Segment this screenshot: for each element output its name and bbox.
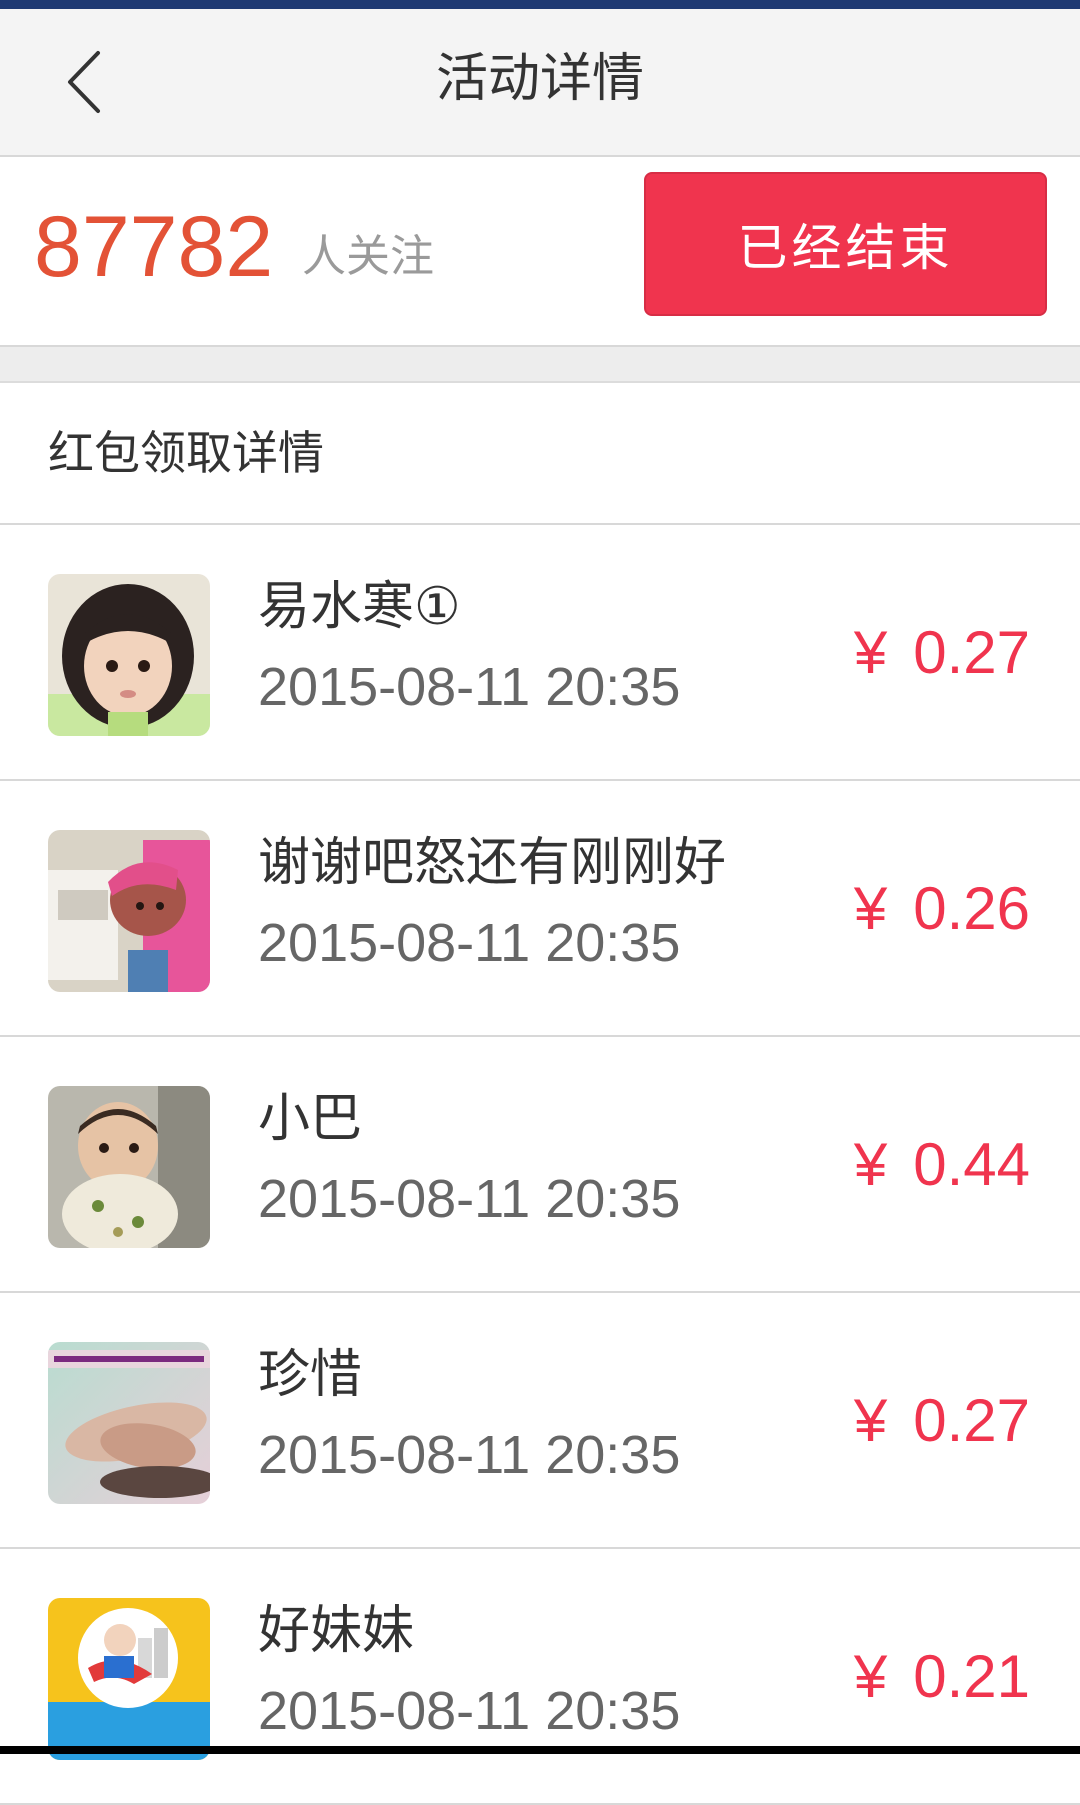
list-item[interactable]: 小巴 2015-08-11 20:35 ¥0.44 — [0, 1037, 1080, 1293]
amount-value: 0.26 — [913, 875, 1030, 942]
amount-value: 0.27 — [913, 619, 1030, 686]
claim-amount: ¥0.21 — [854, 1641, 1030, 1713]
page-title: 活动详情 — [435, 49, 644, 109]
stats-panel: 87782 人关注 已经结束 — [0, 157, 1080, 347]
amount-value: 0.27 — [913, 1387, 1030, 1454]
user-name: 谢谢吧怒还有刚刚好 — [258, 833, 727, 893]
avatar — [48, 830, 210, 992]
user-name: 小巴 — [258, 1089, 363, 1149]
claim-time: 2015-08-11 20:35 — [258, 913, 681, 973]
avatar — [48, 1342, 210, 1504]
activity-ended-button[interactable]: 已经结束 — [644, 172, 1047, 316]
list-item[interactable]: 好妹妹 2015-08-11 20:35 ¥0.21 — [0, 1549, 1080, 1805]
list-item[interactable]: 谢谢吧怒还有刚刚好 2015-08-11 20:35 ¥0.26 — [0, 781, 1080, 1037]
currency-symbol: ¥ — [853, 1387, 888, 1454]
redpacket-record-list: 易水寒① 2015-08-11 20:35 ¥0.27 谢谢吧怒还有刚刚好 20… — [0, 525, 1080, 1805]
list-item[interactable]: 珍惜 2015-08-11 20:35 ¥0.27 — [0, 1293, 1080, 1549]
currency-symbol: ¥ — [853, 875, 888, 942]
claim-time: 2015-08-11 20:35 — [258, 1169, 681, 1229]
claim-amount: ¥0.26 — [854, 873, 1030, 945]
claim-amount: ¥0.27 — [854, 617, 1030, 689]
claim-time: 2015-08-11 20:35 — [258, 1681, 681, 1741]
avatar — [48, 574, 210, 736]
claim-amount: ¥0.27 — [854, 1385, 1030, 1457]
followers-count: 87782 — [34, 199, 274, 295]
amount-value: 0.44 — [913, 1131, 1030, 1198]
status-bar-strip — [0, 0, 1080, 9]
avatar — [48, 1086, 210, 1248]
user-name: 易水寒① — [258, 577, 461, 637]
section-title: 红包领取详情 — [48, 426, 324, 480]
followers-label: 人关注 — [302, 231, 434, 282]
claim-time: 2015-08-11 20:35 — [258, 657, 681, 717]
user-name: 好妹妹 — [258, 1601, 415, 1661]
currency-symbol: ¥ — [853, 1643, 888, 1710]
bottom-edge — [0, 1746, 1080, 1754]
amount-value: 0.21 — [913, 1643, 1030, 1710]
claim-amount: ¥0.44 — [854, 1129, 1030, 1201]
list-item[interactable]: 易水寒① 2015-08-11 20:35 ¥0.27 — [0, 525, 1080, 781]
section-divider — [0, 347, 1080, 383]
currency-symbol: ¥ — [853, 619, 888, 686]
avatar — [48, 1598, 210, 1760]
section-header: 红包领取详情 — [0, 383, 1080, 525]
claim-time: 2015-08-11 20:35 — [258, 1425, 681, 1485]
currency-symbol: ¥ — [853, 1131, 888, 1198]
user-name: 珍惜 — [258, 1345, 363, 1405]
header-bar: 活动详情 — [0, 9, 1080, 157]
